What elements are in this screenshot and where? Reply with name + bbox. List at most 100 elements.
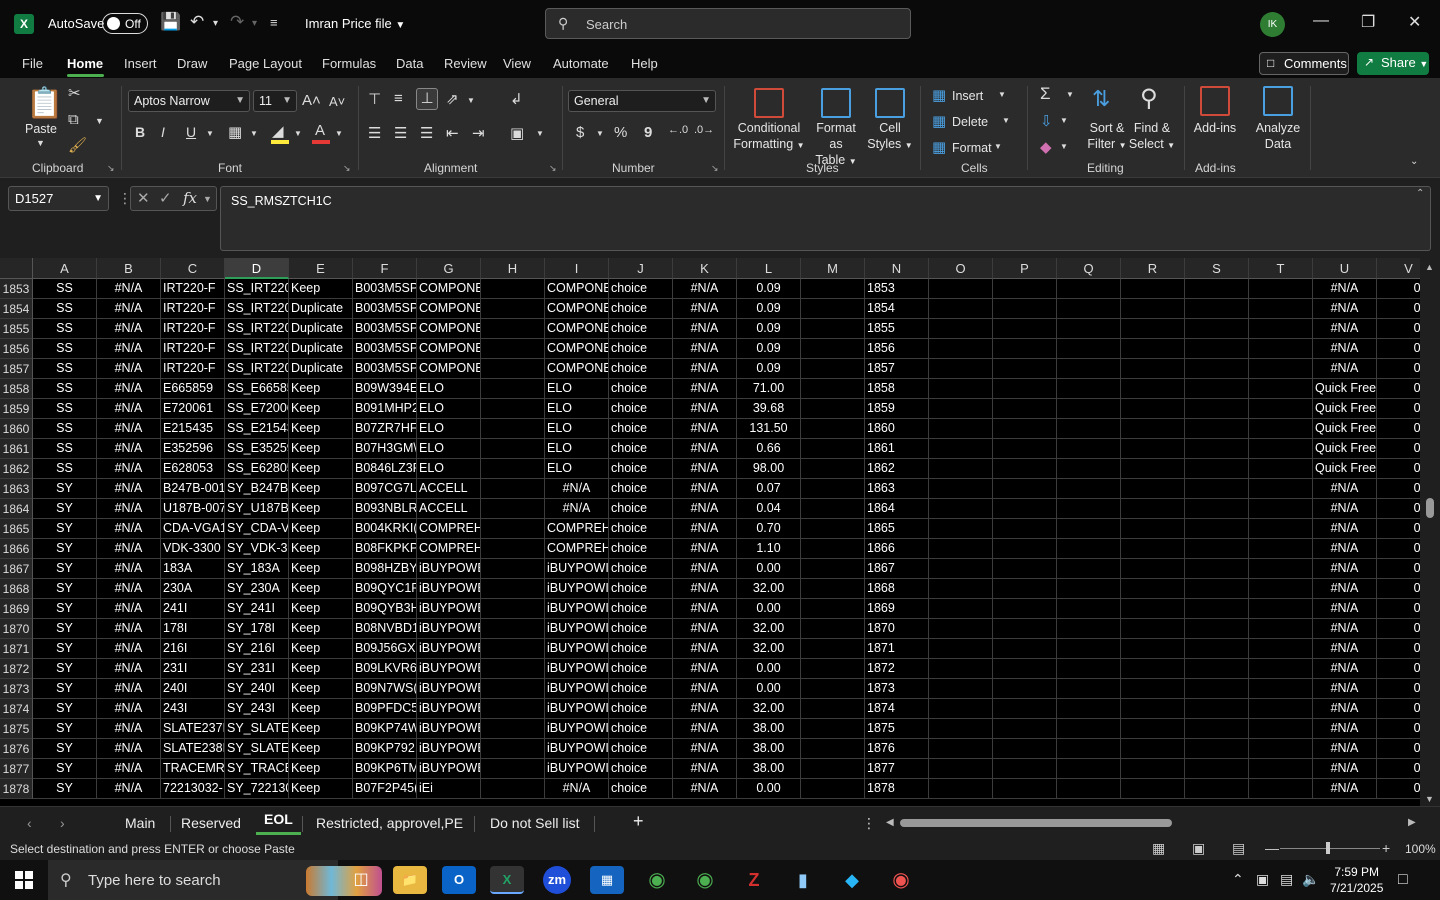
scroll-down-icon[interactable]: ▼ [1425, 794, 1434, 804]
cell-r[interactable] [1121, 419, 1185, 439]
close-icon[interactable]: ✕ [1408, 12, 1421, 32]
cell-e[interactable]: Keep [289, 659, 353, 679]
cell-e[interactable]: Keep [289, 439, 353, 459]
cell-b[interactable]: #N/A [97, 719, 161, 739]
cell-q[interactable] [1057, 779, 1121, 799]
cell-o[interactable] [929, 779, 993, 799]
cell-k[interactable]: #N/A [673, 559, 737, 579]
cell-m[interactable] [801, 459, 865, 479]
column-header-t[interactable]: T [1249, 258, 1313, 279]
cell-c[interactable]: SLATE238I [161, 739, 225, 759]
cell-c[interactable]: 231I [161, 659, 225, 679]
cell-c[interactable]: E628053 [161, 459, 225, 479]
cell-l[interactable]: 1.10 [737, 539, 801, 559]
cell-a[interactable]: SS [33, 279, 97, 299]
cell-g[interactable]: COMPONENTDESIGN [417, 359, 481, 379]
vertical-scroll-thumb[interactable] [1426, 498, 1434, 518]
cell-o[interactable] [929, 699, 993, 719]
cell-t[interactable] [1249, 379, 1313, 399]
cell-u[interactable]: #N/A [1313, 739, 1377, 759]
cell-b[interactable]: #N/A [97, 399, 161, 419]
cell-k[interactable]: #N/A [673, 739, 737, 759]
cell-c[interactable]: 183A [161, 559, 225, 579]
cell-e[interactable]: Keep [289, 739, 353, 759]
cell-m[interactable] [801, 699, 865, 719]
cell-i[interactable]: #N/A [545, 779, 609, 799]
cell-i[interactable]: COMPREH [545, 539, 609, 559]
cell-m[interactable] [801, 619, 865, 639]
cell-j[interactable]: choice [609, 779, 673, 799]
format-painter-icon[interactable]: 🖌 [68, 136, 87, 154]
cell-v[interactable]: 0.00 [1377, 459, 1420, 479]
cell-q[interactable] [1057, 759, 1121, 779]
cell-u[interactable]: #N/A [1313, 719, 1377, 739]
cell-b[interactable]: #N/A [97, 539, 161, 559]
row-header[interactable]: 1871 [0, 639, 33, 659]
cell-p[interactable] [993, 539, 1057, 559]
cell-s[interactable] [1185, 499, 1249, 519]
cell-t[interactable] [1249, 459, 1313, 479]
windows-start-icon[interactable] [15, 871, 33, 889]
cell-k[interactable]: #N/A [673, 419, 737, 439]
autosave-toggle[interactable]: Off [102, 13, 148, 34]
avatar[interactable]: IK [1260, 12, 1285, 37]
cell-o[interactable] [929, 279, 993, 299]
cell-k[interactable]: #N/A [673, 639, 737, 659]
cell-l[interactable]: 39.68 [737, 399, 801, 419]
cell-v[interactable]: 0.00 [1377, 299, 1420, 319]
menu-home[interactable]: Home [67, 56, 103, 71]
cell-p[interactable] [993, 759, 1057, 779]
cell-j[interactable]: choice [609, 599, 673, 619]
cell-f[interactable]: B003M5SP [353, 359, 417, 379]
cell-f[interactable]: B003M5SP [353, 339, 417, 359]
cell-p[interactable] [993, 439, 1057, 459]
menu-automate[interactable]: Automate [553, 56, 609, 71]
cell-h[interactable] [481, 759, 545, 779]
cell-c[interactable]: 243I [161, 699, 225, 719]
cell-j[interactable]: choice [609, 419, 673, 439]
cell-f[interactable]: B09J56GXI [353, 639, 417, 659]
conditional-formatting-button[interactable]: Conditional Formatting ▼ [730, 120, 808, 154]
fill-dropdown-icon[interactable]: ▼ [1060, 116, 1068, 125]
cell-j[interactable]: choice [609, 499, 673, 519]
menu-draw[interactable]: Draw [177, 56, 207, 71]
cell-b[interactable]: #N/A [97, 619, 161, 639]
cell-l[interactable]: 32.00 [737, 699, 801, 719]
cell-k[interactable]: #N/A [673, 479, 737, 499]
cell-b[interactable]: #N/A [97, 559, 161, 579]
cell-s[interactable] [1185, 639, 1249, 659]
cell-v[interactable]: 0.00 [1377, 359, 1420, 379]
cell-k[interactable]: #N/A [673, 599, 737, 619]
cell-t[interactable] [1249, 419, 1313, 439]
cell-e[interactable]: Keep [289, 519, 353, 539]
cell-i[interactable]: #N/A [545, 499, 609, 519]
cell-v[interactable]: 0.00 [1377, 439, 1420, 459]
row-header[interactable]: 1859 [0, 399, 33, 419]
cell-f[interactable]: B004KRKI( [353, 519, 417, 539]
cell-u[interactable]: #N/A [1313, 539, 1377, 559]
scroll-right-icon[interactable]: ▶ [1408, 817, 1416, 828]
cell-t[interactable] [1249, 479, 1313, 499]
cell-h[interactable] [481, 319, 545, 339]
clear-icon[interactable]: ◆ [1040, 138, 1052, 156]
cell-p[interactable] [993, 479, 1057, 499]
cell-u[interactable]: #N/A [1313, 339, 1377, 359]
cell-h[interactable] [481, 439, 545, 459]
cell-b[interactable]: #N/A [97, 479, 161, 499]
cell-o[interactable] [929, 459, 993, 479]
cell-e[interactable]: Duplicate [289, 319, 353, 339]
cell-l[interactable]: 0.66 [737, 439, 801, 459]
cell-r[interactable] [1121, 279, 1185, 299]
cell-k[interactable]: #N/A [673, 379, 737, 399]
cell-v[interactable]: 0.00 [1377, 539, 1420, 559]
cell-v[interactable]: 0.00 [1377, 319, 1420, 339]
cell-b[interactable]: #N/A [97, 439, 161, 459]
cell-c[interactable]: E352596 [161, 439, 225, 459]
cell-b[interactable]: #N/A [97, 379, 161, 399]
cell-q[interactable] [1057, 519, 1121, 539]
cell-p[interactable] [993, 359, 1057, 379]
chrome-icon[interactable]: ◉ [640, 866, 674, 894]
cell-h[interactable] [481, 559, 545, 579]
cell-a[interactable]: SS [33, 359, 97, 379]
cell-h[interactable] [481, 779, 545, 799]
